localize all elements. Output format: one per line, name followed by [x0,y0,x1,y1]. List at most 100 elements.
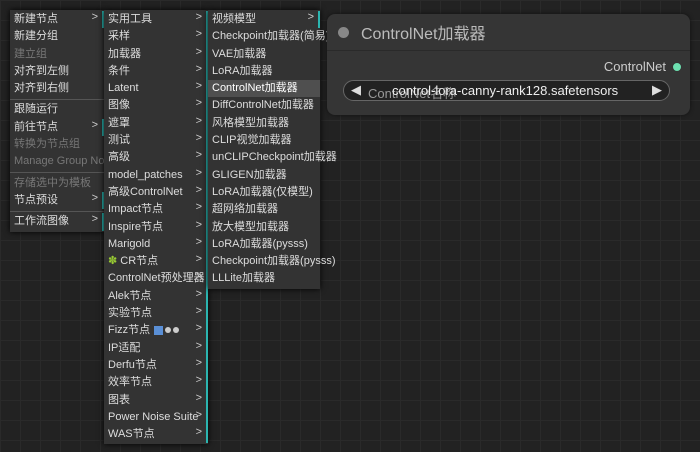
menu-item[interactable]: Impact节点 > [104,201,208,219]
collapse-dot-icon[interactable] [338,26,349,38]
menu-item[interactable]: 新建节点 > [10,11,104,29]
menu-item-label: 加载器 [108,47,141,60]
node-title-bar[interactable]: ControlNet加载器 [327,14,690,51]
menu-item[interactable]: 高级ControlNet > [104,183,208,202]
menu-item-label: 新建分组 [14,30,58,43]
output-controlnet[interactable]: ControlNet [604,59,682,74]
menu-item-label: 新建节点 [14,13,58,25]
menu-item[interactable]: Derfu节点 > [104,356,208,375]
menu-item-label: 高级ControlNet [108,185,183,198]
menu-item[interactable]: LLLite加载器 [208,270,320,287]
chevron-right-icon: > [195,391,202,404]
menu-item[interactable]: 转换为节点组 [10,136,104,153]
menu-item-label: LoRA加载器(仅模型) [212,185,313,198]
menu-item[interactable]: LoRA加载器 [208,63,320,80]
chevron-right-icon: > [195,45,202,58]
menu-item-label: 超网络加载器 [212,203,278,216]
chevron-right-icon: > [195,218,202,231]
menu-item-label: Marigold [108,237,151,250]
menu-item-label: 建立组 [14,47,47,60]
badge-icon [173,327,180,334]
menu-item[interactable]: CLIP视觉加载器 [208,132,320,149]
menu-item[interactable]: LoRA加载器(pysss) [208,236,320,253]
menu-item[interactable]: 效率节点 > [104,374,208,392]
prev-arrow-icon[interactable]: ◀ [351,82,361,98]
menu-item[interactable]: 对齐到左侧 [10,63,104,80]
menu-item[interactable]: 超网络加载器 [208,201,320,218]
menu-item[interactable]: 视频模型 > [208,11,320,29]
menu-item[interactable]: Checkpoint加载器(pysss) [208,253,335,270]
menu-item[interactable]: 新建分组 [10,28,104,45]
menu-item[interactable]: Marigold > [104,235,208,254]
chevron-right-icon: > [91,11,98,23]
menu-item-label: Latent [108,82,139,95]
menu-item-label: CR节点 [120,255,159,268]
menu-item[interactable]: IP适配 > [104,339,208,357]
menu-item-label: Power Noise Suite [108,410,199,423]
menu-item[interactable]: Power Noise Suite > [104,408,208,427]
menu-item-label: DiffControlNet加载器 [212,99,314,112]
menu-item[interactable]: 条件 > [104,62,208,81]
menu-item[interactable]: unCLIPCheckpoint加载器 [208,149,337,166]
menu-item[interactable]: Manage Group Nodes [10,153,122,170]
menu-item-label: VAE加载器 [212,47,267,60]
menu-item[interactable]: 实验节点 > [104,305,208,323]
menu-item[interactable]: 对齐到右侧 [10,80,104,97]
node-title: ControlNet加载器 [361,26,486,43]
menu-item-label: model_patches [108,168,183,181]
menu-item[interactable]: ✽ CR节点 > [104,253,208,271]
menu-item-label: 节点预设 [14,193,58,206]
menu-item-label: 存储选中为模板 [14,176,91,189]
menu-item[interactable]: model_patches > [104,166,208,184]
controlnet-name-combo[interactable]: ◀ ControlNet名称 control-lora-canny-rank12… [343,80,670,101]
menu-item[interactable]: Latent > [104,80,208,98]
menu-item[interactable]: 高级 > [104,149,208,167]
menu-item-label: 测试 [108,134,130,147]
chevron-right-icon: > [195,305,202,318]
menu-item-label: 前往节点 [14,120,58,133]
menu-item[interactable]: VAE加载器 [208,46,320,63]
menu-item-label: LoRA加载器(pysss) [212,237,308,250]
menu-item[interactable]: WAS节点 > [104,426,208,444]
menu-item-label: Impact节点 [108,203,164,216]
menu-item-label: 实验节点 [108,307,152,320]
calendar-icon [154,325,164,335]
menu-item[interactable]: 存储选中为模板 [10,175,104,192]
menu-item[interactable]: 图表 > [104,391,208,409]
menu-item[interactable]: Alek节点 > [104,287,208,306]
menu-item-label: 视频模型 [212,13,256,25]
menu-item[interactable]: 采样 > [104,28,208,46]
chevron-right-icon: > [195,62,202,75]
menu-item-label: Derfu节点 [108,358,157,371]
menu-item[interactable]: Inspire节点 > [104,218,208,236]
menu-item[interactable]: ControlNet加载器 [208,80,320,98]
chevron-right-icon: > [195,149,202,162]
menu-item[interactable]: 风格模型加载器 [208,115,320,132]
chevron-right-icon: > [195,235,202,248]
menu-item[interactable]: GLIGEN加载器 [208,167,320,184]
chevron-right-icon: > [195,356,202,369]
menu-item-label: 高级 [108,151,130,164]
menu-item[interactable]: 测试 > [104,132,208,150]
menu-item[interactable]: Checkpoint加载器(简易) [208,28,329,45]
output-slot-icon[interactable] [672,61,682,72]
menu-item[interactable]: LoRA加载器(仅模型) [208,184,320,201]
menu-item[interactable]: 前往节点 > [10,118,104,137]
menu-item[interactable]: Fizz节点 > [104,322,208,340]
menu-item[interactable]: DiffControlNet加载器 [208,97,320,114]
menu-item[interactable]: 加载器 > [104,45,208,63]
menu-item-label: WAS节点 [108,428,155,441]
menu-item[interactable]: 工作流图像 > [10,213,104,231]
menu-item[interactable]: 图像 > [104,97,208,115]
menu-item[interactable]: 建立组 [10,46,104,63]
next-arrow-icon[interactable]: ▶ [652,82,662,98]
menu-item-label: CLIP视觉加载器 [212,134,292,147]
menu-item[interactable]: 实用工具 > [104,11,208,29]
menu-item[interactable]: 节点预设 > [10,191,104,210]
controlnet-loader-node[interactable]: ControlNet加载器 ControlNet ◀ ControlNet名称 … [327,14,690,115]
menu-item[interactable]: 遮罩 > [104,114,208,133]
menu-item[interactable]: 放大模型加载器 [208,219,320,236]
chevron-right-icon: > [195,201,202,214]
menu-item[interactable]: ControlNet预处理器 > [104,270,208,288]
menu-item[interactable]: 跟随运行 [10,101,104,118]
